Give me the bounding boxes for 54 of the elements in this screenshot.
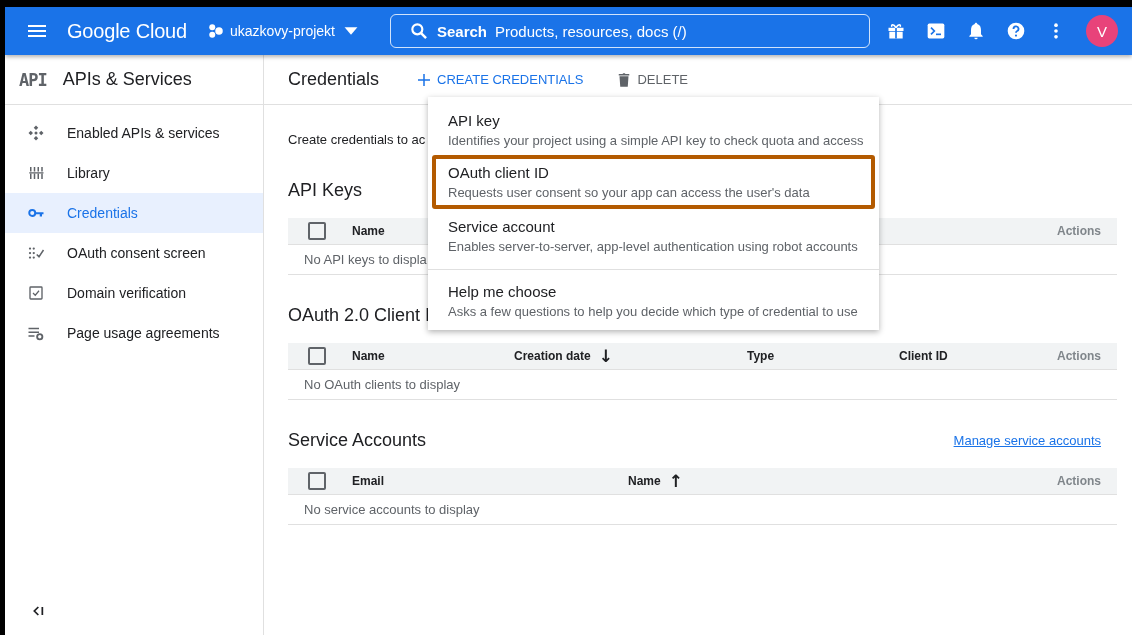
search-field[interactable]: Search Products, resources, docs (/) bbox=[389, 14, 870, 48]
sort-arrow[interactable]: ↑ bbox=[668, 471, 683, 491]
column-header[interactable]: Name bbox=[628, 474, 661, 488]
menu-item[interactable]: Help me choose Asks a few questions to help you decide which type of credential to use bbox=[428, 269, 879, 326]
section-title: Service Accounts bbox=[288, 429, 427, 451]
api-logo: API bbox=[19, 69, 47, 90]
dots-icon bbox=[206, 22, 225, 40]
bell-icon[interactable] bbox=[966, 21, 986, 41]
checkbox[interactable] bbox=[308, 222, 326, 240]
dotted-check-icon bbox=[27, 244, 45, 262]
section-title: OAuth 2.0 Client I bbox=[288, 304, 431, 326]
menu-item-title: Help me choose bbox=[448, 283, 558, 300]
menu-item-title: API key bbox=[448, 112, 501, 129]
column-header[interactable]: Email bbox=[352, 474, 628, 488]
help-icon[interactable] bbox=[1006, 21, 1026, 41]
sidebar-item[interactable]: Enabled APIs & services bbox=[5, 113, 263, 153]
column-header[interactable]: Creation date bbox=[514, 349, 591, 363]
gift-icon[interactable] bbox=[886, 21, 906, 41]
logo[interactable]: Google Cloud bbox=[67, 19, 187, 43]
checkbox[interactable] bbox=[308, 472, 326, 490]
menu-item-title: OAuth client ID bbox=[448, 164, 550, 181]
search-label: Search bbox=[436, 22, 487, 40]
sidebar-item[interactable]: Domain verification bbox=[5, 273, 263, 313]
project-picker[interactable]: ukazkovy-projekt bbox=[206, 20, 362, 42]
delete-button[interactable]: DELETE bbox=[615, 70, 689, 89]
intro-text: Create credentials to ac bbox=[288, 132, 426, 147]
column-header[interactable]: Type bbox=[747, 349, 899, 363]
manage-link[interactable]: Manage service accounts bbox=[953, 432, 1101, 448]
checkbox-icon bbox=[27, 284, 45, 302]
sidebar-title: APIs & Services bbox=[62, 69, 192, 90]
search-placeholder: Products, resources, docs (/) bbox=[495, 22, 687, 40]
menu-item-description: Asks a few questions to help you decide which type of credential to use bbox=[448, 304, 859, 319]
avatar[interactable]: V bbox=[1086, 15, 1118, 47]
library-icon bbox=[27, 164, 45, 182]
menu-item-description: Requests user consent so your app can access the user's data bbox=[448, 185, 811, 200]
checkbox[interactable] bbox=[308, 347, 326, 365]
empty-message: No OAuth clients to display bbox=[288, 370, 1117, 400]
api-dots-icon bbox=[27, 124, 45, 142]
column-header[interactable]: Client ID bbox=[899, 349, 1057, 363]
menu-item-title: Service account bbox=[448, 218, 556, 235]
sidebar-item[interactable]: Library bbox=[5, 153, 263, 193]
create-button[interactable]: CREATE CREDENTIALS bbox=[415, 70, 584, 89]
sidebar-item[interactable]: Credentials bbox=[5, 193, 263, 233]
section-title: API Keys bbox=[288, 179, 363, 201]
empty-message: No service accounts to display bbox=[288, 495, 1117, 525]
column-header[interactable]: Name bbox=[352, 349, 514, 363]
menu-item[interactable]: API key Identifies your project using a simple API key to check quota and access bbox=[428, 103, 879, 155]
search-icon bbox=[408, 21, 429, 41]
sidebar-item[interactable]: Page usage agreements bbox=[5, 313, 263, 353]
terminal-icon[interactable] bbox=[926, 21, 946, 41]
menu-item[interactable]: OAuth client ID Requests user consent so your app can access the user's data bbox=[432, 155, 875, 209]
sort-arrow[interactable]: ↓ bbox=[598, 346, 613, 366]
page-title: Credentials bbox=[288, 69, 380, 90]
sidebar-item[interactable]: OAuth consent screen bbox=[5, 233, 263, 273]
